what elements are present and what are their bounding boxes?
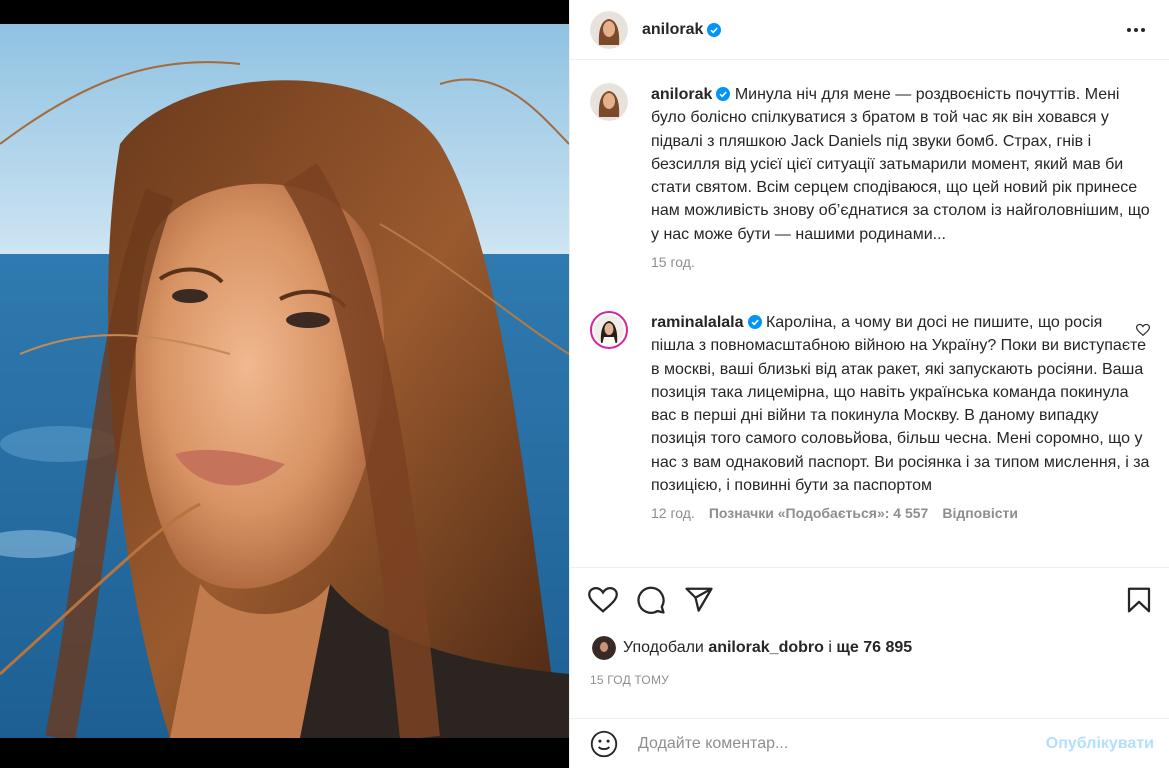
caption-meta: 15 год. (651, 254, 1150, 270)
post-actions-section: Уподобали anilorak_dobro і ще 76 895 15 … (570, 567, 1169, 767)
post-comment-button[interactable]: Опублікувати (1046, 735, 1154, 753)
author-avatar-image (590, 10, 628, 49)
likes-summary: Уподобали anilorak_dobro і ще 76 895 (592, 636, 912, 660)
caption-body: anilorak Минула ніч для мене — роздвоєні… (651, 83, 1150, 246)
comment-body: raminalalala Кароліна, а чому ви досі не… (651, 311, 1150, 497)
author-avatar[interactable] (590, 10, 628, 49)
action-bar (588, 585, 1154, 615)
comment-username[interactable]: raminalalala (651, 314, 744, 331)
comment-like-heart-icon[interactable] (1136, 323, 1150, 337)
post-sidebar: anilorak anilorak Минула ніч для мене — … (569, 0, 1169, 768)
post-media-pane (0, 0, 569, 768)
post-photo[interactable] (0, 24, 569, 738)
comments-section[interactable]: anilorak Минула ніч для мене — роздвоєні… (570, 61, 1169, 567)
likes-conj: і (828, 639, 832, 656)
emoji-icon[interactable] (590, 730, 618, 758)
verified-badge-icon (716, 87, 731, 101)
bookmark-icon[interactable] (1124, 585, 1154, 615)
comment-icon[interactable] (636, 585, 666, 615)
liker-avatar[interactable] (592, 636, 616, 660)
caption-time[interactable]: 15 год. (651, 254, 695, 270)
heart-icon[interactable] (588, 585, 618, 615)
caption-username[interactable]: anilorak (651, 86, 712, 103)
caption-author-avatar[interactable] (590, 83, 628, 121)
post-timestamp[interactable]: 15 ГОД ТОМУ (590, 673, 669, 687)
commenter-avatar-image (594, 315, 624, 345)
add-comment-bar: Опублікувати (570, 718, 1169, 768)
comment-item: raminalalala Кароліна, а чому ви досі не… (590, 311, 1150, 521)
caption-avatar-image (590, 83, 628, 121)
post-header: anilorak (570, 0, 1169, 60)
reply-button[interactable]: Відповісти (942, 505, 1018, 521)
comment-text: Кароліна, а чому ви досі не пишите, що р… (651, 314, 1150, 495)
comment-meta: 12 год. Позначки «Подобається»: 4 557 Ві… (651, 505, 1150, 521)
verified-badge-icon (747, 315, 762, 329)
portrait-photo-illustration (0, 24, 569, 738)
liker-avatar-image (592, 636, 616, 660)
more-options-icon[interactable] (1124, 18, 1148, 42)
comment-time[interactable]: 12 год. (651, 505, 695, 521)
likes-others-count[interactable]: ще 76 895 (836, 639, 912, 657)
caption: anilorak Минула ніч для мене — роздвоєні… (590, 83, 1150, 270)
commenter-avatar[interactable] (590, 311, 628, 349)
liker-username[interactable]: anilorak_dobro (708, 639, 824, 657)
comment-input[interactable] (638, 735, 1028, 753)
caption-text: Минула ніч для мене — роздвоєність почут… (651, 86, 1150, 243)
comment-likes-count[interactable]: Позначки «Подобається»: 4 557 (709, 505, 929, 521)
author-username[interactable]: anilorak (642, 21, 703, 39)
likes-prefix: Уподобали (623, 639, 704, 656)
share-icon[interactable] (684, 585, 714, 615)
verified-badge-icon (707, 22, 722, 37)
